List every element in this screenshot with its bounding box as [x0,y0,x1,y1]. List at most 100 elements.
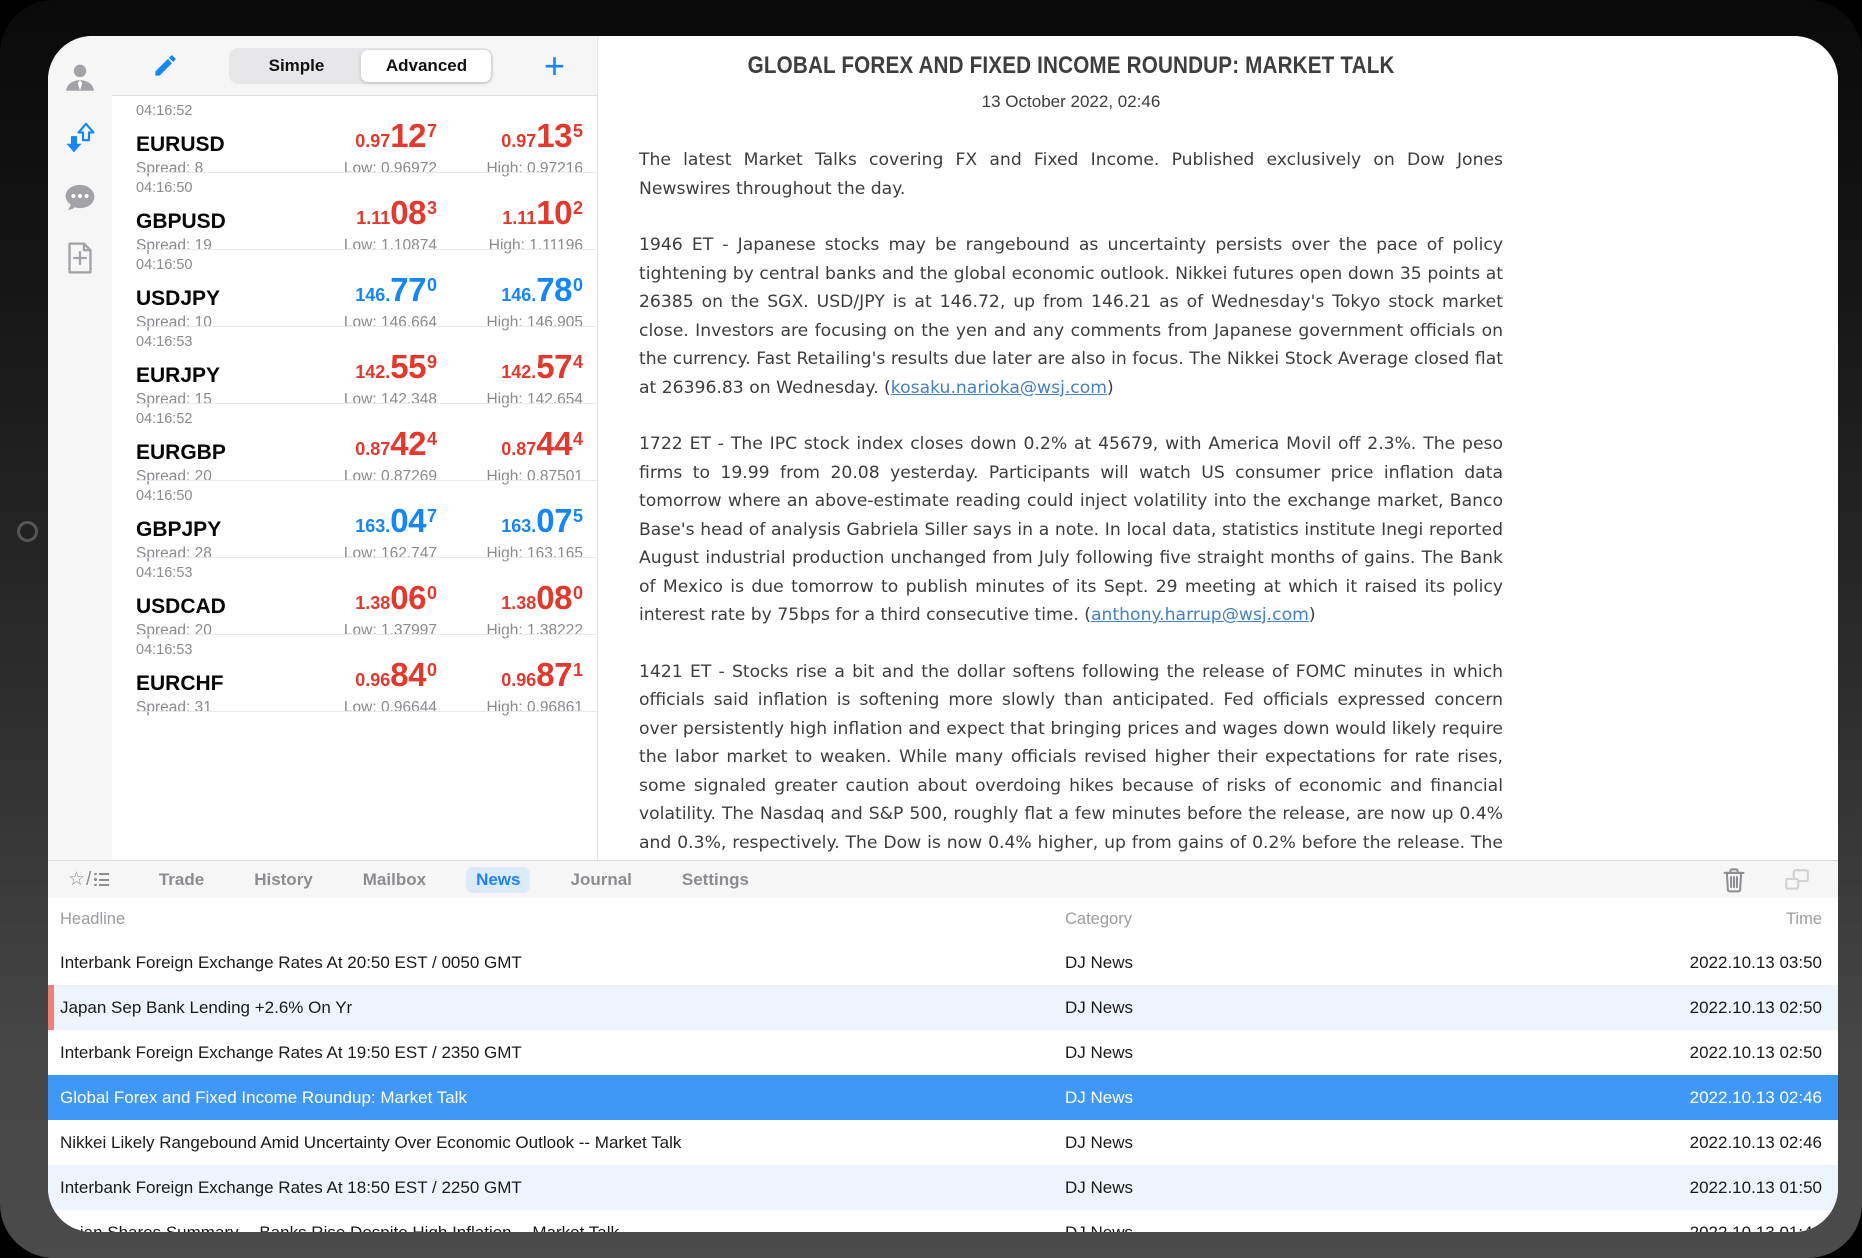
toolbar-tabs: Trade History Mailbox News Journal Settings [149,867,759,893]
news-headline: Global Forex and Fixed Income Roundup: M… [48,1088,1065,1108]
quotes-panel: Simple Advanced + 04:16:52 EURUSD Spread: … [112,36,598,860]
news-row[interactable]: Asian Shares Summary -- Banks Rise Despi… [48,1210,1838,1232]
quote-bid: 1.38060 [355,584,437,619]
quote-bid: 142.559 [355,353,437,388]
quote-time: 04:16:53 [136,565,583,584]
quote-row-eurjpy[interactable]: 04:16:53EURJPYSpread: 15142.559142.574Lo… [112,327,597,404]
news-time: 2022.10.13 03:50 [1485,953,1838,973]
quote-bid: 0.87424 [355,430,437,465]
quote-symbol: GBPJPY [136,518,291,542]
article-date: 13 October 2022, 02:46 [639,92,1503,112]
paragraph-text: 1946 ET - Japanese stocks may be rangebo… [639,235,1503,398]
email-link[interactable]: anthony.harrup@wsj.com [1091,605,1309,625]
list-glyph [94,873,109,887]
tab-settings[interactable]: Settings [672,867,759,893]
news-category: DJ News [1065,1178,1485,1198]
quotes-list: 04:16:52EURUSDSpread: 80.971270.97135Low… [112,96,597,712]
delete-trash-icon[interactable] [1722,867,1746,893]
quotes-toolbar: Simple Advanced + [112,36,597,96]
window-layout-icon[interactable] [1784,868,1810,892]
tab-mailbox[interactable]: Mailbox [353,867,436,893]
view-mode-segmented-control: Simple Advanced [229,48,493,84]
news-category: DJ News [1065,1133,1485,1153]
news-row[interactable]: Nikkei Likely Rangebound Amid Uncertaint… [48,1120,1838,1165]
quote-ask: 1.38080 [501,584,583,619]
article-paragraph: 1421 ET - Stocks rise a bit and the doll… [639,658,1503,861]
quote-time: 04:16:52 [136,411,583,430]
quote-ask: 142.574 [501,353,583,388]
article-paragraph: 1946 ET - Japanese stocks may be rangebo… [639,231,1503,402]
quote-ask: 163.075 [501,507,583,542]
news-row[interactable]: Japan Sep Bank Lending +2.6% On YrDJ New… [48,985,1838,1030]
quote-ask: 146.780 [501,276,583,311]
news-category: DJ News [1065,1088,1485,1108]
quote-time: 04:16:53 [136,642,583,661]
article-title: GLOBAL FOREX AND FIXED INCOME ROUNDUP: M… [748,52,1395,80]
quote-row-eurgbp[interactable]: 04:16:52EURGBPSpread: 200.874240.87444Lo… [112,404,597,481]
main-area: Simple Advanced + 04:16:52 EURUSD Spread: … [48,36,1838,860]
quote-ask: 0.97135 [501,122,583,157]
news-time: 2022.10.13 01:46 [1485,1223,1838,1233]
quote-spread: Spread: 31 [136,699,291,717]
header-time: Time [1485,910,1838,929]
news-table-body: Interbank Foreign Exchange Rates At 20:5… [48,940,1838,1232]
news-headline: Interbank Foreign Exchange Rates At 20:5… [48,953,1065,973]
article-paragraph: 1722 ET - The IPC stock index closes dow… [639,430,1503,630]
news-category: DJ News [1065,1223,1485,1233]
article-paragraph: The latest Market Talks covering FX and … [639,146,1503,203]
quote-symbol: USDJPY [136,287,291,311]
favorites-list-icon[interactable]: ☆/ [68,868,109,891]
news-row[interactable]: Interbank Foreign Exchange Rates At 20:5… [48,940,1838,985]
quote-row-usdjpy[interactable]: 04:16:50USDJPYSpread: 10146.770146.780Lo… [112,250,597,327]
quote-row-eurusd[interactable]: 04:16:52EURUSDSpread: 80.971270.97135Low… [112,96,597,173]
quote-time: 04:16:50 [136,180,583,199]
quote-row-usdcad[interactable]: 04:16:53USDCADSpread: 201.380601.38080Lo… [112,558,597,635]
news-headline: Japan Sep Bank Lending +2.6% On Yr [48,998,1065,1018]
news-time: 2022.10.13 02:46 [1485,1088,1838,1108]
trader-account-icon[interactable] [62,60,98,96]
news-time: 2022.10.13 02:50 [1485,1043,1838,1063]
quotes-updown-icon[interactable] [62,120,98,156]
news-headline: Interbank Foreign Exchange Rates At 18:5… [48,1178,1065,1198]
segment-simple[interactable]: Simple [231,50,361,82]
quote-high: High: 0.96861 [486,699,583,717]
quote-symbol: EURJPY [136,364,291,388]
quote-time: 04:16:50 [136,257,583,276]
quote-bid: 0.96840 [355,661,437,696]
news-time: 2022.10.13 02:46 [1485,1133,1838,1153]
news-category: DJ News [1065,998,1485,1018]
bottom-toolbar: ☆/ Trade History Mailbox News Journal Setting… [48,860,1838,898]
news-headline: Asian Shares Summary -- Banks Rise Despi… [48,1223,1065,1233]
segment-advanced[interactable]: Advanced [361,50,491,82]
quote-row-gbpjpy[interactable]: 04:16:50GBPJPYSpread: 28163.047163.075Lo… [112,481,597,558]
news-row[interactable]: Interbank Foreign Exchange Rates At 19:5… [48,1030,1838,1075]
quote-row-eurchf[interactable]: 04:16:53EURCHFSpread: 310.968400.96871Lo… [112,635,597,712]
quote-symbol: USDCAD [136,595,291,619]
quote-bid: 1.11083 [356,199,437,234]
chat-icon[interactable] [62,180,98,216]
quote-symbol: GBPUSD [136,210,291,234]
quote-time: 04:16:53 [136,334,583,353]
quote-time: 04:16:52 [136,103,583,122]
quote-symbol: EURCHF [136,672,291,696]
email-link[interactable]: kosaku.narioka@wsj.com [891,378,1107,398]
device-camera [17,521,38,542]
quote-low: Low: 0.96644 [344,699,437,717]
news-row[interactable]: Interbank Foreign Exchange Rates At 18:5… [48,1165,1838,1210]
quote-row-gbpusd[interactable]: 04:16:50GBPUSDSpread: 191.110831.11102Lo… [112,173,597,250]
news-headline: Interbank Foreign Exchange Rates At 19:5… [48,1043,1065,1063]
tab-trade[interactable]: Trade [149,867,214,893]
left-icon-rail [48,36,112,860]
quote-bid: 163.047 [355,507,437,542]
tab-history[interactable]: History [244,867,323,893]
tab-journal[interactable]: Journal [560,867,641,893]
tab-news[interactable]: News [466,867,530,893]
news-row[interactable]: Global Forex and Fixed Income Roundup: M… [48,1075,1838,1120]
quote-symbol: EURUSD [136,133,291,157]
add-symbol-button[interactable]: + [544,51,565,81]
new-document-icon[interactable] [62,240,98,276]
paragraph-text: The latest Market Talks covering FX and … [639,150,1503,199]
edit-pencil-icon[interactable] [152,52,179,79]
news-headline: Nikkei Likely Rangebound Amid Uncertaint… [48,1133,1065,1153]
quote-time: 04:16:50 [136,488,583,507]
